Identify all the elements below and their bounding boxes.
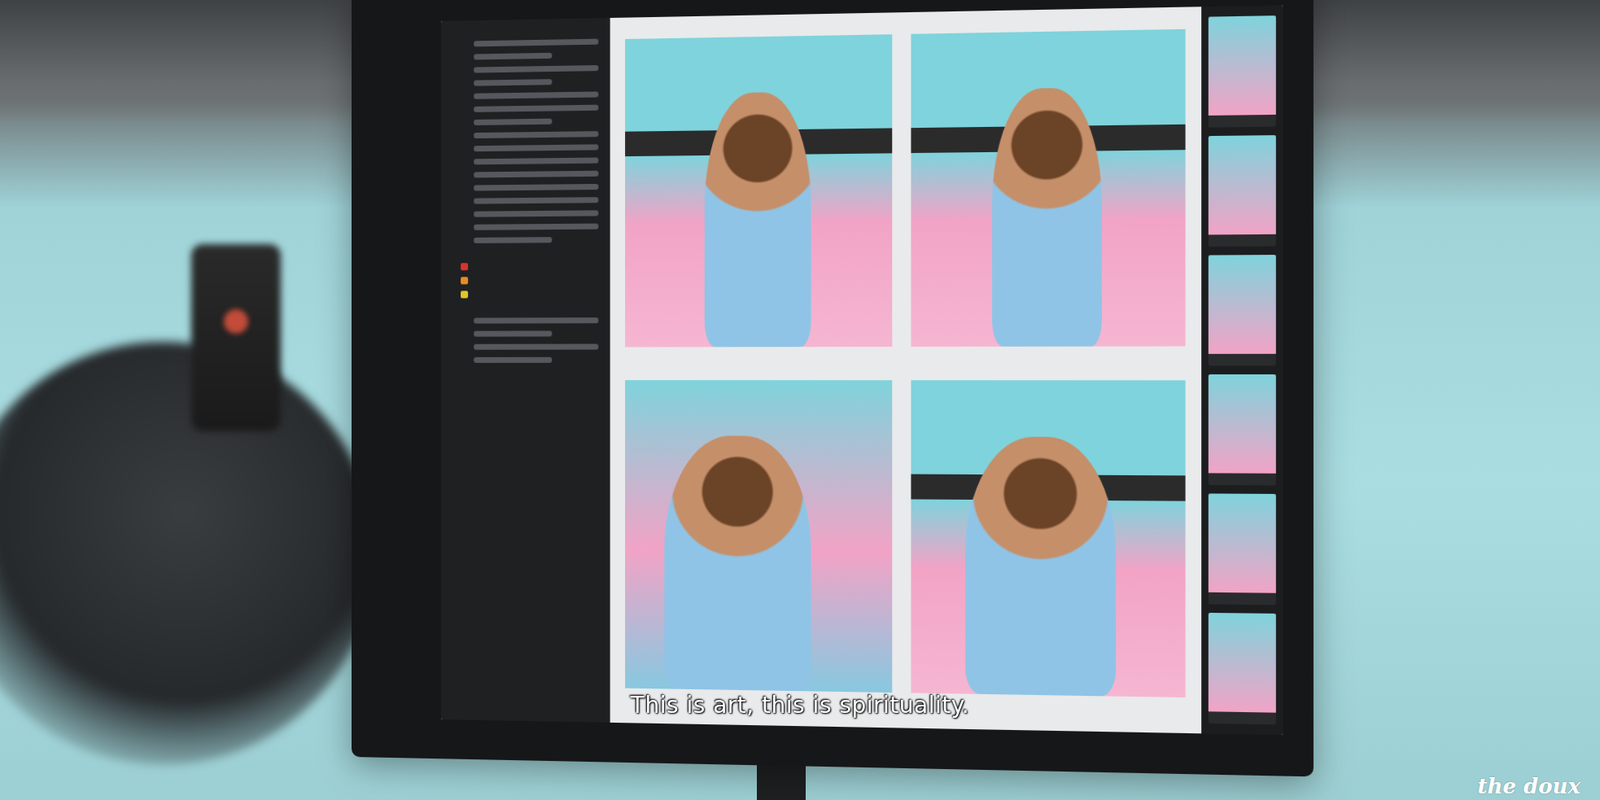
photo-tile[interactable]: [910, 380, 1186, 713]
app-sidebar: [441, 17, 611, 723]
photo-tile[interactable]: [910, 29, 1186, 363]
photo-tile[interactable]: [625, 34, 892, 363]
monitor-screen: [441, 4, 1284, 735]
monitor: [351, 0, 1314, 777]
filmstrip: [1201, 4, 1283, 735]
photo-tile[interactable]: [625, 380, 892, 708]
video-frame: This is art, this is spirituality. the d…: [0, 0, 1600, 800]
light-indicator: [223, 309, 249, 334]
subtitle: This is art, this is spirituality.: [0, 688, 1600, 723]
softbox: [0, 341, 375, 766]
photo-grid: [610, 6, 1203, 734]
studio-light: [191, 244, 281, 432]
watermark-logo: the doux: [1477, 775, 1581, 797]
